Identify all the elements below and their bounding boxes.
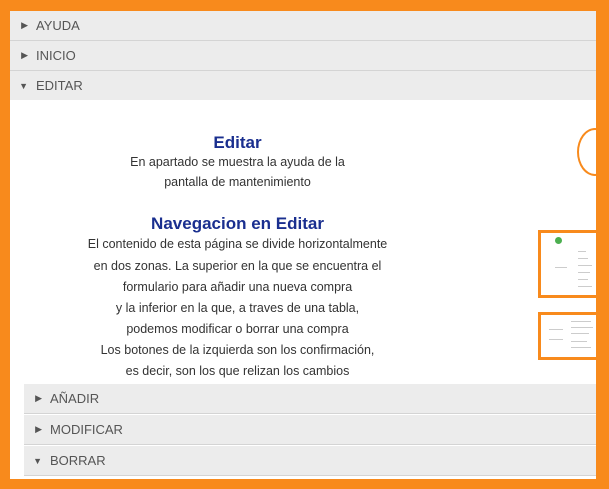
navegacion-line: formulario para añadir una nueva compra	[122, 280, 353, 294]
editar-title: Editar	[213, 133, 262, 152]
triangle-down-icon: ▼	[33, 455, 42, 466]
navegacion-title: Navegacion en Editar	[151, 214, 324, 233]
triangle-right-icon: ▶	[35, 424, 42, 434]
accordion-header-editar[interactable]: ▼ EDITAR	[10, 71, 596, 101]
editar-content: Editar En apartado se muestra la ayuda d…	[10, 100, 596, 383]
help-panel: ▶ AYUDA ▶ INICIO ▼ EDITAR Editar En apar…	[10, 11, 596, 479]
accordion-header-borrar[interactable]: ▼ BORRAR	[24, 446, 596, 476]
accordion-label-editar: EDITAR	[36, 78, 83, 93]
triangle-right-icon: ▶	[35, 393, 42, 403]
accordion-label-modificar: MODIFICAR	[50, 422, 123, 437]
triangle-right-icon: ▶	[21, 50, 28, 60]
navegacion-line: es decir, son los que relizan los cambio…	[125, 364, 350, 378]
accordion-label-anadir: AÑADIR	[50, 391, 100, 406]
editar-subtitle-line: pantalla de mantenimiento	[164, 175, 311, 189]
screenshot-thumbnail-table	[538, 312, 596, 360]
accordion-header-modificar[interactable]: ▶ MODIFICAR	[24, 415, 596, 445]
accordion-header-anadir[interactable]: ▶ AÑADIR	[24, 384, 596, 414]
triangle-down-icon: ▼	[19, 80, 28, 91]
screenshot-thumbnail-form	[538, 230, 596, 298]
accordion-header-inicio[interactable]: ▶ INICIO	[10, 41, 596, 71]
accordion-label-inicio: INICIO	[36, 48, 76, 63]
logo-icon	[555, 237, 562, 244]
navegacion-line: Los botones de la izquierda son los conf…	[100, 343, 375, 357]
navegacion-line: El contenido de esta página se divide ho…	[87, 237, 388, 251]
accordion-label-ayuda: AYUDA	[36, 18, 80, 33]
navegacion-line: podemos modificar o borrar una compra	[126, 322, 349, 336]
navegacion-line: y la inferior en la que, a traves de una…	[115, 301, 360, 315]
accordion-label-borrar: BORRAR	[50, 453, 106, 468]
triangle-right-icon: ▶	[21, 20, 28, 30]
editar-subtitle-line: En apartado se muestra la ayuda de la	[130, 155, 345, 169]
navegacion-line: en dos zonas. La superior en la que se e…	[93, 259, 382, 273]
decorative-circle	[577, 128, 609, 176]
accordion-header-ayuda[interactable]: ▶ AYUDA	[10, 11, 596, 41]
